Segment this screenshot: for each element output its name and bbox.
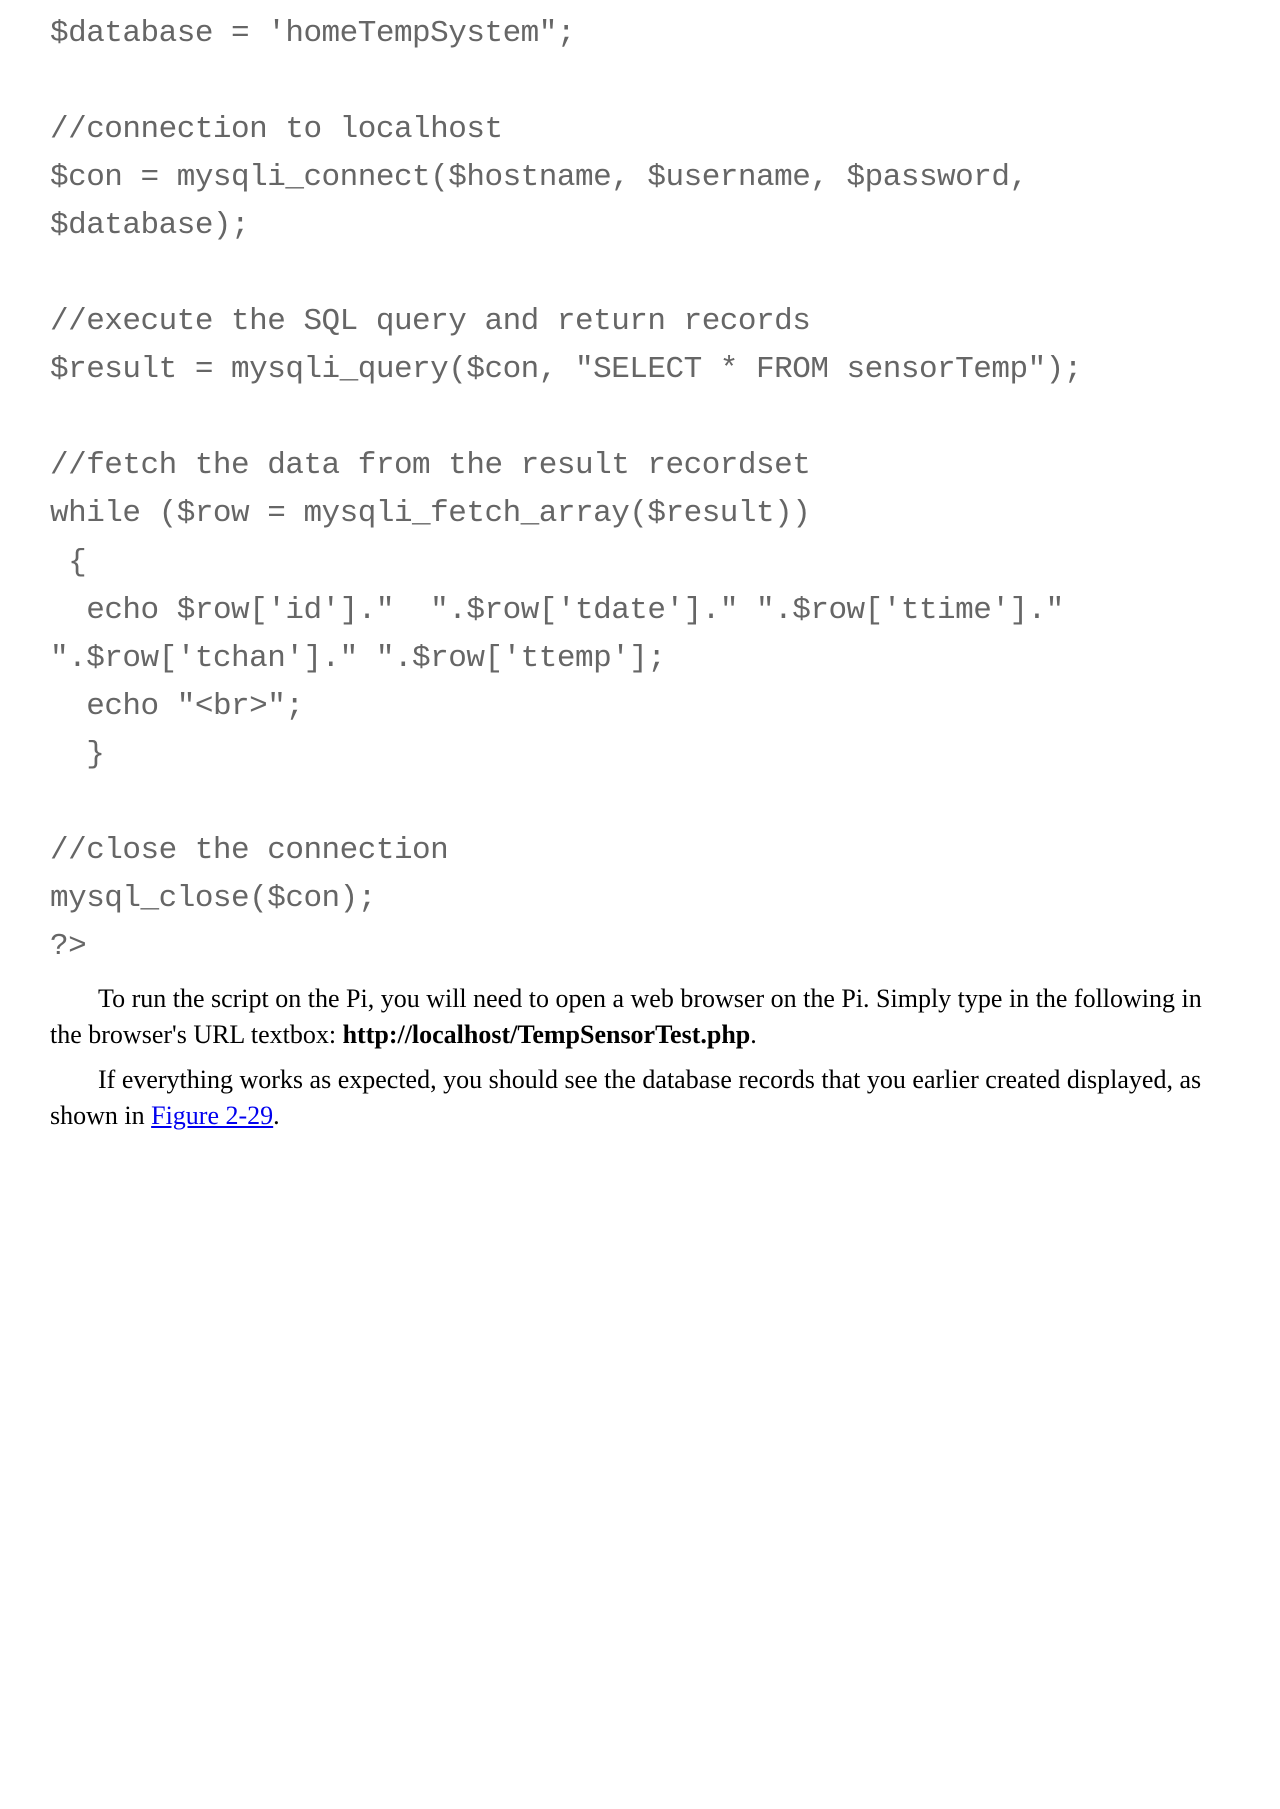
prose-section: To run the script on the Pi, you will ne… [50,981,1230,1135]
url-text: http://localhost/TempSensorTest.php [343,1020,751,1049]
figure-link[interactable]: Figure 2-29 [151,1101,273,1130]
para1-text-c: . [750,1020,757,1049]
page: $database = 'homeTempSystem"; //connecti… [0,0,1280,1203]
paragraph-2: If everything works as expected, you sho… [50,1062,1230,1135]
para2-text-c: . [273,1101,280,1130]
paragraph-1: To run the script on the Pi, you will ne… [50,981,1230,1054]
code-block: $database = 'homeTempSystem"; //connecti… [50,10,1230,971]
